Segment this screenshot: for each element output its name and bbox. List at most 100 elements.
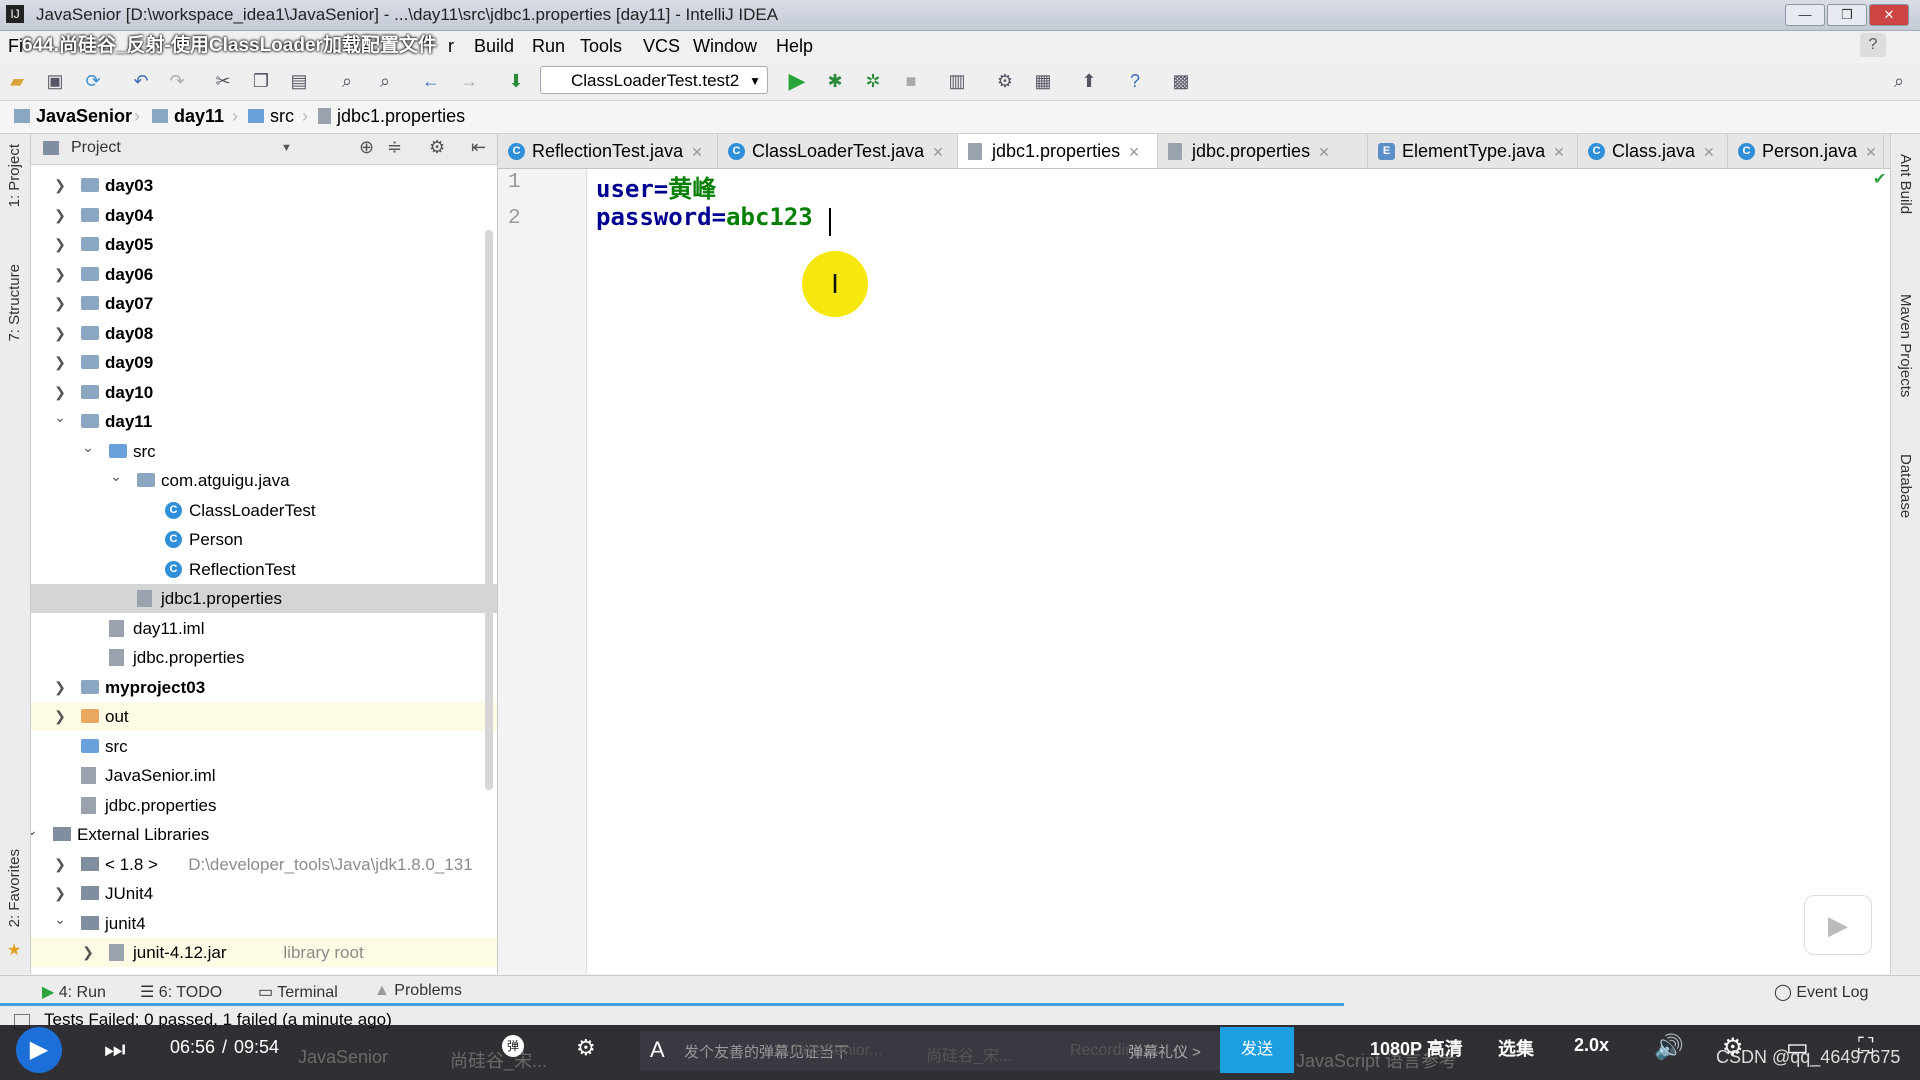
replace-icon[interactable]: ⌕ (374, 70, 396, 92)
tree-item[interactable]: JavaSenior.iml (31, 761, 497, 790)
undo-icon[interactable]: ↶ (130, 70, 152, 92)
danmaku-toggle[interactable]: 弹 (502, 1035, 524, 1057)
tree-item[interactable]: ❯ day08 (31, 319, 497, 348)
todo-tool-button[interactable]: ☰ 6: TODO (140, 982, 222, 1002)
tree-item[interactable]: ⌄ day11 (31, 407, 497, 436)
tree-item[interactable]: ❯ day07 (31, 289, 497, 318)
volume-icon[interactable]: 🔊 (1654, 1033, 1684, 1062)
chevron-down-icon[interactable]: ▼ (281, 142, 292, 154)
editor-tab[interactable]: C ClassLoaderTest.java ✕ (718, 134, 958, 168)
editor-tab[interactable]: E ElementType.java ✕ (1368, 134, 1578, 168)
tree-item[interactable]: ❯ day06 (31, 260, 497, 289)
tree-item[interactable]: src (31, 732, 497, 761)
redo-icon[interactable]: ↷ (166, 70, 188, 92)
menu-run[interactable]: Run (532, 36, 565, 57)
tree-item[interactable]: jdbc.properties (31, 791, 497, 820)
tree-scrollbar[interactable] (485, 230, 493, 790)
chevron-right-icon[interactable]: ❯ (81, 938, 95, 967)
danmaku-etiquette[interactable]: 弹幕礼仪 > (1128, 1041, 1201, 1062)
tree-item[interactable]: ⌄ junit4 (31, 909, 497, 938)
send-button[interactable]: 发送 (1220, 1027, 1294, 1073)
quality-selector[interactable]: 1080P 高清 (1370, 1035, 1463, 1061)
close-tab-icon[interactable]: ✕ (1128, 144, 1140, 160)
tree-item[interactable]: ⌄ com.atguigu.java (31, 466, 497, 495)
chevron-down-icon[interactable]: ⌄ (53, 905, 67, 934)
locate-icon[interactable]: ⊕ (359, 137, 374, 158)
danmaku-input[interactable]: A 发个友善的弹幕见证当下 JavaSenior... 尚硅谷_宋... Rec… (640, 1031, 1220, 1071)
minimize-button[interactable]: — (1785, 4, 1825, 26)
danmaku-settings-icon[interactable]: ⚙ (576, 1035, 596, 1061)
episodes-button[interactable]: 选集 (1498, 1035, 1534, 1061)
tree-item[interactable]: ❯ day04 (31, 201, 497, 230)
gear-icon[interactable]: ⚙ (429, 137, 445, 158)
chevron-right-icon[interactable]: ❯ (53, 702, 67, 731)
tree-item[interactable]: ❯ junit-4.12.jar library root (31, 938, 497, 967)
tree-item[interactable]: ❯ day03 (31, 171, 497, 200)
database-tab[interactable]: Database (1897, 454, 1914, 518)
breadcrumb-item[interactable]: JavaSenior (14, 106, 132, 127)
close-tab-icon[interactable]: ✕ (1703, 144, 1715, 160)
tree-item[interactable]: ❯ JUnit4 (31, 879, 497, 908)
structure-tool-tab[interactable]: 7: Structure (6, 264, 23, 342)
next-button[interactable]: ⏭ (104, 1036, 126, 1064)
breadcrumb-item[interactable]: day11 (152, 106, 224, 127)
favorites-tool-tab[interactable]: 2: Favorites (6, 849, 23, 927)
editor-tab[interactable]: C Person.java ✕ (1728, 134, 1884, 168)
tree-item[interactable]: jdbc.properties (31, 643, 497, 672)
project-tool-tab[interactable]: 1: Project (6, 144, 23, 207)
code-line[interactable]: user=黄峰 (596, 169, 716, 204)
sync-icon[interactable]: ⟳ (82, 70, 104, 92)
close-tab-icon[interactable]: ✕ (691, 144, 703, 160)
save-icon[interactable]: ▣ (44, 70, 66, 92)
chevron-right-icon[interactable]: ❯ (53, 289, 67, 318)
close-tab-icon[interactable]: ✕ (932, 144, 944, 160)
coverage-icon[interactable]: ✲ (862, 70, 884, 92)
problems-tool-button[interactable]: ▲ Problems (374, 982, 462, 1000)
search-everywhere-icon[interactable]: ⌕ (1888, 70, 1910, 92)
floating-video-button[interactable]: ▶ (1804, 895, 1872, 955)
tree-item[interactable]: ❯ day09 (31, 348, 497, 377)
tree-item[interactable]: ⌄External Libraries (31, 820, 497, 849)
editor-tab[interactable]: jdbc.properties ✕ (1158, 134, 1368, 168)
maximize-button[interactable]: ❐ (1827, 4, 1867, 26)
plugin-icon[interactable]: ▩ (1170, 70, 1192, 92)
settings-icon[interactable]: ⚙ (994, 70, 1016, 92)
editor-tab[interactable]: C Class.java ✕ (1578, 134, 1728, 168)
menu-vcs[interactable]: VCS (643, 36, 680, 57)
chevron-right-icon[interactable]: ❯ (53, 260, 67, 289)
sdk-icon[interactable]: ▦ (1032, 70, 1054, 92)
close-button[interactable]: ✕ (1869, 4, 1909, 26)
chevron-right-icon[interactable]: ❯ (53, 673, 67, 702)
tree-item[interactable]: ❯ day05 (31, 230, 497, 259)
copy-icon[interactable]: ❐ (250, 70, 272, 92)
chevron-right-icon[interactable]: ❯ (53, 348, 67, 377)
run-icon[interactable]: ▶ (786, 70, 808, 92)
chevron-down-icon[interactable]: ⌄ (53, 403, 67, 432)
chevron-right-icon[interactable]: ❯ (53, 171, 67, 200)
chevron-right-icon[interactable]: ❯ (53, 319, 67, 348)
chevron-right-icon[interactable]: ❯ (53, 230, 67, 259)
menu-refactor[interactable]: r (448, 36, 454, 57)
close-tab-icon[interactable]: ✕ (1553, 144, 1565, 160)
open-folder-icon[interactable]: ▰ (6, 70, 28, 92)
speed-selector[interactable]: 2.0x (1574, 1035, 1609, 1056)
build-icon[interactable]: ⬇ (505, 70, 527, 92)
collapse-all-icon[interactable]: ≑ (387, 137, 402, 158)
menu-window[interactable]: Window (693, 36, 757, 57)
hide-panel-icon[interactable]: ⇤ (471, 137, 486, 158)
vcs-icon[interactable]: ⬆ (1078, 70, 1100, 92)
project-view-select[interactable]: Project (71, 139, 121, 157)
tree-item[interactable]: jdbc1.properties (31, 584, 497, 613)
play-button[interactable]: ▶ (16, 1027, 62, 1073)
tree-item[interactable]: C ClassLoaderTest (31, 496, 497, 525)
chevron-down-icon[interactable]: ⌄ (109, 462, 123, 491)
tree-item[interactable]: C Person (31, 525, 497, 554)
stop-icon[interactable]: ■ (900, 70, 922, 92)
chevron-down-icon[interactable]: ⌄ (31, 816, 39, 845)
maven-projects-tab[interactable]: Maven Projects (1897, 294, 1914, 397)
tree-item[interactable]: ❯ day10 (31, 378, 497, 407)
help-icon[interactable]: ? (1860, 33, 1886, 57)
cut-icon[interactable]: ✂ (212, 70, 234, 92)
run-config-select[interactable]: ClassLoaderTest.test2 ▼ (540, 66, 768, 94)
chevron-down-icon[interactable]: ⌄ (81, 433, 95, 462)
